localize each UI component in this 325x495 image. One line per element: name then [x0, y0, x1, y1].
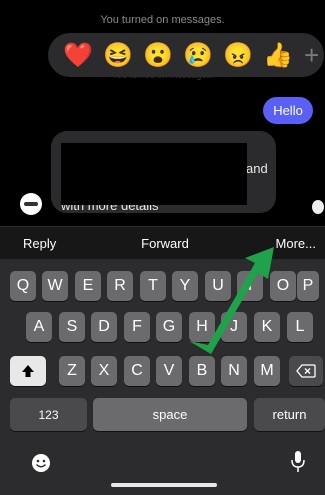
message-action-bar: Reply Forward More... — [0, 226, 325, 260]
key-i[interactable]: I — [237, 271, 263, 301]
angry-emoji-icon[interactable]: 😠 — [220, 37, 256, 73]
contact-avatar[interactable] — [20, 193, 42, 215]
add-reaction-icon[interactable]: + — [304, 42, 319, 68]
key-j[interactable]: J — [221, 312, 247, 342]
key-u[interactable]: U — [205, 271, 231, 301]
key-x[interactable]: X — [91, 356, 117, 386]
read-receipt-avatar — [312, 200, 324, 214]
key-n[interactable]: N — [221, 356, 247, 386]
space-key[interactable]: space — [93, 398, 247, 431]
key-h[interactable]: H — [189, 312, 215, 342]
key-m[interactable]: M — [254, 356, 280, 386]
key-a[interactable]: A — [26, 312, 52, 342]
redaction-box — [61, 143, 247, 205]
crying-emoji-glyph: 😢 — [183, 41, 213, 69]
key-t[interactable]: T — [140, 271, 166, 301]
home-indicator — [111, 483, 217, 487]
key-f[interactable]: F — [124, 312, 150, 342]
key-d[interactable]: D — [91, 312, 117, 342]
system-message: You turned on messages. — [100, 14, 225, 26]
shift-arrow-icon — [22, 365, 34, 377]
key-q[interactable]: Q — [10, 271, 36, 301]
received-message-visible-fragment: and — [246, 161, 268, 176]
heart-emoji-icon[interactable]: ❤️ — [60, 37, 96, 73]
key-s[interactable]: S — [59, 312, 85, 342]
key-o[interactable]: O — [270, 271, 296, 301]
key-c[interactable]: C — [124, 356, 150, 386]
backspace-icon — [296, 364, 316, 378]
surprised-emoji-glyph: 😮 — [143, 41, 173, 69]
key-l[interactable]: L — [287, 312, 313, 342]
heart-emoji-glyph: ❤️ — [63, 41, 93, 69]
keyboard: Q W E R T Y U I O P A S D F G H J K L Z … — [0, 259, 325, 495]
key-v[interactable]: V — [156, 356, 182, 386]
thumbs-up-emoji-glyph: 👍 — [263, 41, 293, 69]
key-z[interactable]: Z — [59, 356, 85, 386]
thumbs-up-emoji-icon[interactable]: 👍 — [260, 37, 296, 73]
emoji-icon[interactable] — [31, 453, 51, 478]
key-w[interactable]: W — [42, 271, 68, 301]
key-y[interactable]: Y — [172, 271, 198, 301]
laughing-emoji-glyph: 😆 — [103, 41, 133, 69]
key-k[interactable]: K — [254, 312, 280, 342]
sent-message-bubble[interactable]: Hello — [263, 97, 313, 124]
reaction-bar: ❤️ 😆 😮 😢 😠 👍 + — [48, 33, 324, 77]
surprised-emoji-icon[interactable]: 😮 — [140, 37, 176, 73]
key-p[interactable]: P — [297, 271, 319, 301]
key-r[interactable]: R — [107, 271, 133, 301]
more-button[interactable]: More... — [276, 236, 316, 251]
chat-area: You turned on messages. You turned on me… — [0, 0, 325, 226]
laughing-emoji-icon[interactable]: 😆 — [100, 37, 136, 73]
key-g[interactable]: G — [156, 312, 182, 342]
angry-emoji-glyph: 😠 — [223, 41, 253, 69]
crying-emoji-icon[interactable]: 😢 — [180, 37, 216, 73]
return-key[interactable]: return — [254, 398, 325, 431]
numbers-key[interactable]: 123 — [10, 398, 87, 431]
microphone-icon[interactable] — [290, 450, 306, 479]
key-b[interactable]: B — [189, 356, 215, 386]
sent-message-text: Hello — [273, 103, 303, 118]
shift-key[interactable] — [10, 356, 46, 386]
key-e[interactable]: E — [75, 271, 101, 301]
backspace-key[interactable] — [289, 356, 323, 386]
